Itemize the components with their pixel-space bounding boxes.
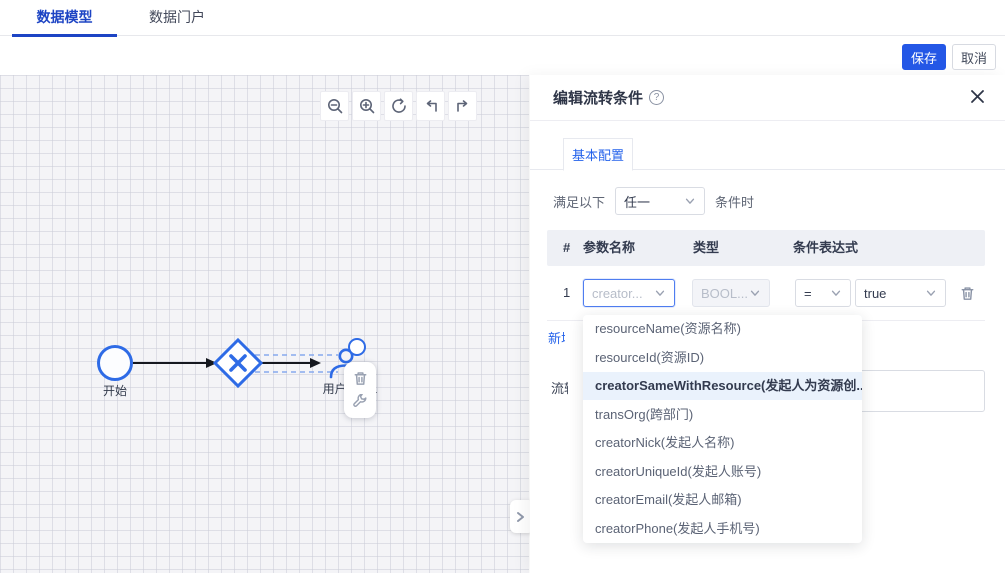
value-value: true (864, 286, 886, 301)
tab-basic-config[interactable]: 基本配置 (563, 138, 633, 171)
save-button[interactable]: 保存 (902, 44, 946, 70)
param-options-dropdown: resourceName(资源名称) resourceId(资源ID) crea… (583, 315, 862, 543)
flow-canvas[interactable]: 开始 用户任务1 (0, 75, 529, 573)
col-expression: 条件表达式 (793, 230, 858, 266)
start-event-node[interactable] (97, 345, 133, 381)
top-tab-bar: 数据模型 数据门户 (0, 0, 1005, 36)
dropdown-option[interactable]: resourceId(资源ID) (583, 344, 862, 372)
zoom-out-icon (326, 97, 344, 115)
start-event-label: 开始 (93, 382, 137, 399)
dropdown-option[interactable]: creatorPhone(发起人手机号) (583, 515, 862, 543)
condition-suffix-label: 条件时 (715, 192, 754, 211)
action-bar: 保存 取消 (902, 44, 996, 70)
col-param-name: 参数名称 (583, 230, 635, 266)
chevron-down-icon (749, 287, 761, 299)
dropdown-option[interactable]: resourceName(资源名称) (583, 315, 862, 343)
flow-condition-label: 流转条件 (551, 378, 568, 397)
chevron-right-icon (514, 511, 526, 523)
operator-select[interactable]: = (795, 279, 851, 307)
panel-title-text: 编辑流转条件 (553, 87, 643, 108)
panel-title: 编辑流转条件 ? (553, 87, 664, 108)
trash-icon (959, 285, 976, 302)
col-index: # (563, 230, 570, 266)
canvas-toolbar (320, 91, 477, 121)
col-type: 类型 (693, 230, 719, 266)
dropdown-option[interactable]: transOrg(跨部门) (583, 401, 862, 429)
edit-condition-panel: 编辑流转条件 ? 基本配置 满足以下 任一 条件时 # 参数名称 类型 条件表达… (530, 75, 1005, 573)
panel-header-divider (530, 120, 1005, 121)
exclusive-gateway-node[interactable] (210, 335, 266, 391)
reset-view-button[interactable] (384, 91, 413, 121)
match-mode-value: 任一 (624, 192, 650, 211)
delete-node-icon[interactable] (352, 370, 369, 387)
condition-table-header: # 参数名称 类型 条件表达式 (547, 230, 985, 266)
sequence-flow-1[interactable] (133, 358, 217, 368)
close-panel-button[interactable] (970, 89, 985, 109)
chevron-down-icon (684, 195, 696, 207)
param-name-placeholder: creator... (592, 286, 643, 301)
flow-condition-label-text: 流转条件 (551, 378, 568, 397)
param-type-select[interactable]: BOOL... (692, 279, 770, 307)
cancel-button[interactable]: 取消 (952, 44, 996, 70)
chevron-down-icon (830, 287, 842, 299)
add-condition-link[interactable]: 新增条件 (548, 328, 565, 347)
node-context-menu (344, 362, 376, 418)
redo-icon (454, 97, 472, 115)
zoom-in-icon (358, 97, 376, 115)
condition-sentence: 满足以下 任一 条件时 (553, 187, 754, 215)
connectors-layer (0, 75, 529, 573)
undo-icon (422, 97, 440, 115)
operator-value: = (804, 286, 812, 301)
row-index: 1 (563, 266, 570, 320)
dropdown-option[interactable]: creatorEmail(发起人邮箱) (583, 486, 862, 514)
settings-wrench-icon[interactable] (352, 394, 368, 410)
undo-button[interactable] (416, 91, 445, 121)
redo-button[interactable] (448, 91, 477, 121)
param-type-value: BOOL... (701, 286, 748, 301)
condition-row: 1 creator... BOOL... = true (547, 266, 985, 320)
zoom-in-button[interactable] (352, 91, 381, 121)
add-condition-text: 新增条件 (548, 328, 565, 347)
dropdown-option-selected[interactable]: creatorSameWithResource(发起人为资源创... (583, 372, 862, 400)
chevron-down-icon (925, 287, 937, 299)
condition-prefix-label: 满足以下 (553, 192, 605, 211)
dropdown-option[interactable]: creatorNick(发起人名称) (583, 429, 862, 457)
dropdown-option[interactable]: creatorUniqueId(发起人账号) (583, 458, 862, 486)
tab-data-portal[interactable]: 数据门户 (132, 0, 222, 36)
help-icon[interactable]: ? (649, 90, 664, 105)
param-name-select[interactable]: creator... (583, 279, 675, 307)
panel-tab-bar: 基本配置 (530, 138, 1005, 170)
tab-data-model[interactable]: 数据模型 (12, 0, 117, 36)
match-mode-select[interactable]: 任一 (615, 187, 705, 215)
boundary-event-node[interactable] (348, 338, 366, 356)
delete-condition-button[interactable] (959, 285, 976, 307)
value-select[interactable]: true (855, 279, 946, 307)
close-icon (970, 89, 985, 104)
zoom-out-button[interactable] (320, 91, 349, 121)
reset-icon (390, 97, 408, 115)
chevron-down-icon (654, 287, 666, 299)
